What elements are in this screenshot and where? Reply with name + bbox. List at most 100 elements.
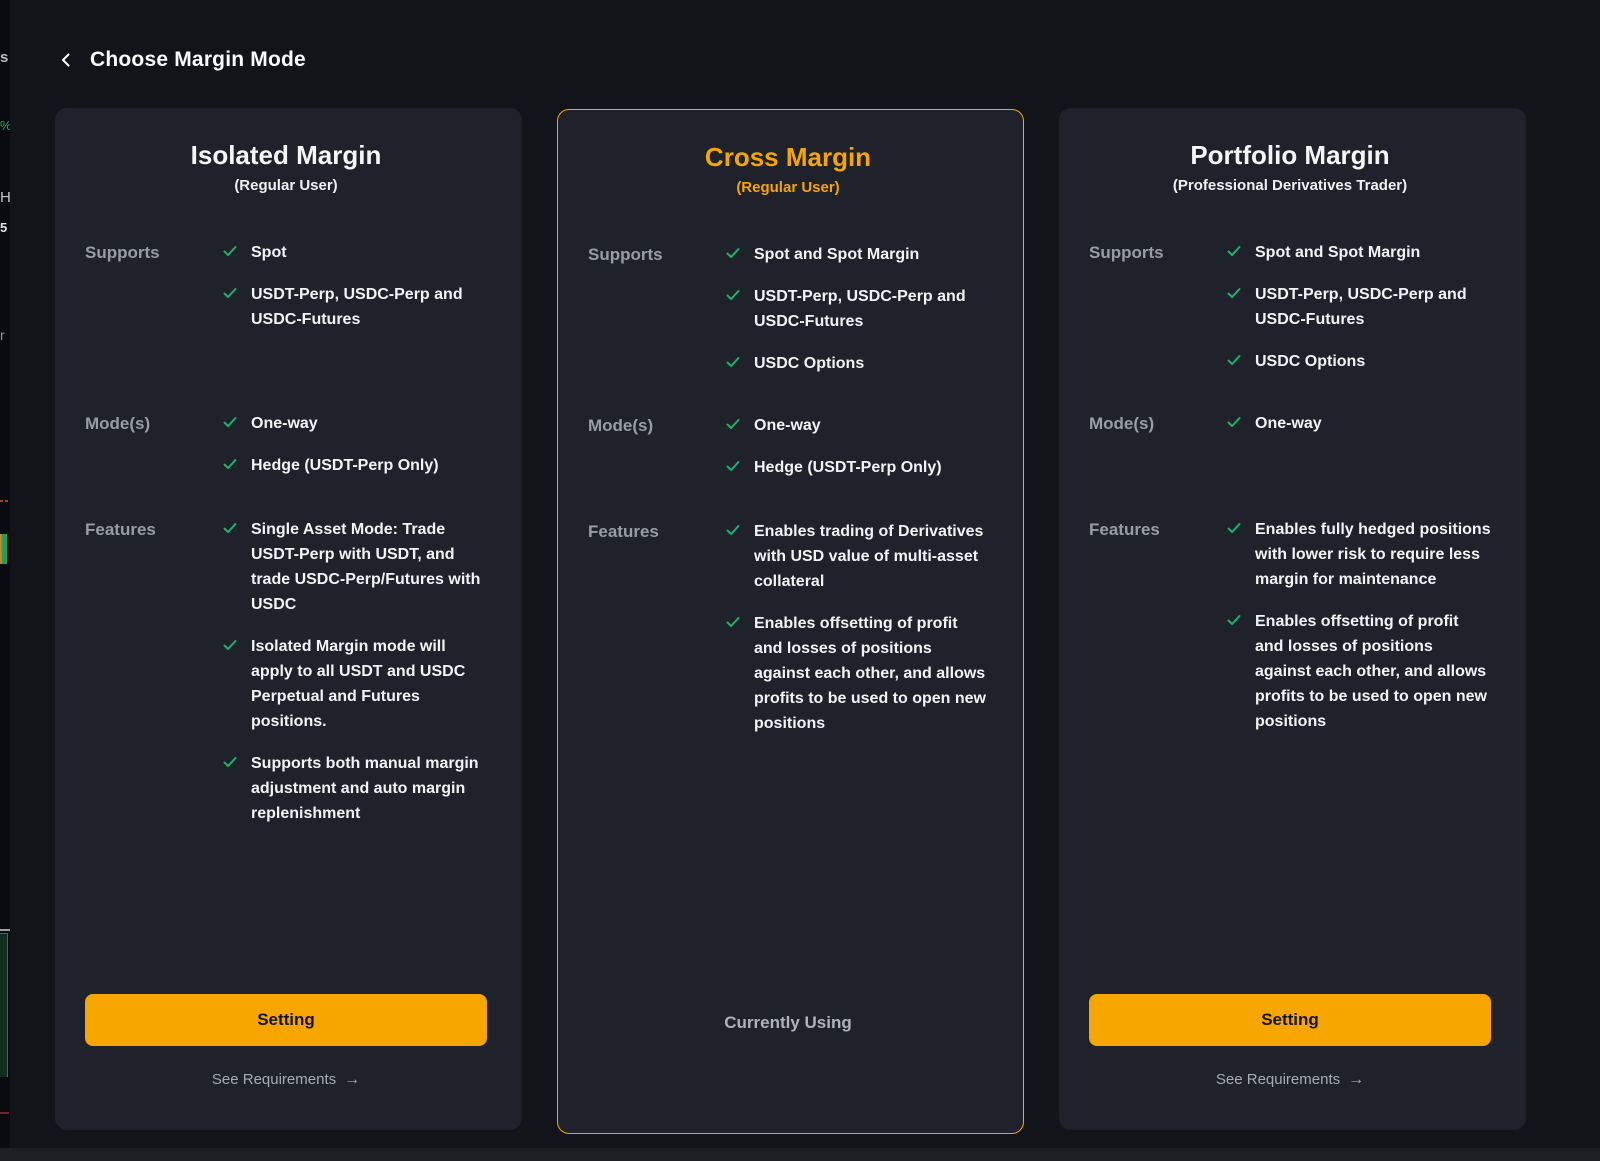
background-candle [0, 534, 7, 564]
margin-mode-card-portfolio-margin: Portfolio Margin (Professional Derivative… [1059, 108, 1526, 1130]
chevron-left-icon [58, 52, 74, 68]
check-item-text: USDT-Perp, USDC-Perp and USDC-Futures [754, 284, 988, 334]
background-volume-tick [0, 929, 10, 931]
check-item: USDT-Perp, USDC-Perp and USDC-Futures [1226, 282, 1491, 332]
cards-row: Isolated Margin(Regular User)SupportsSpo… [55, 108, 1526, 1134]
check-icon [725, 354, 741, 376]
section-features: FeaturesEnables trading of Derivatives w… [588, 519, 988, 736]
check-item: Isolated Margin mode will apply to all U… [222, 634, 487, 734]
check-item: USDT-Perp, USDC-Perp and USDC-Futures [222, 282, 487, 332]
check-item: Enables trading of Derivatives with USD … [725, 519, 988, 594]
check-icon [222, 637, 238, 734]
check-item: One-way [1226, 411, 1322, 436]
section-label: Features [85, 517, 222, 542]
check-item: USDC Options [1226, 349, 1491, 374]
check-item: Enables offsetting of profit and losses … [1226, 609, 1491, 734]
check-icon [1226, 352, 1242, 374]
section-items: Single Asset Mode: Trade USDT-Perp with … [222, 517, 487, 826]
section-label: Features [1089, 517, 1226, 542]
section-label: Supports [85, 240, 222, 265]
arrow-right-icon: → [1348, 1072, 1364, 1088]
background-text-fragment: H [0, 190, 10, 205]
card-sections: Supports Spot USDT-Perp, USDC-Perp and USD… [85, 240, 487, 826]
check-item-text: Isolated Margin mode will apply to all U… [251, 634, 487, 734]
arrow-right-icon: → [344, 1072, 360, 1088]
check-item-text: Enables fully hedged positions with lowe… [1255, 517, 1491, 592]
check-icon [1226, 414, 1242, 436]
setting-button[interactable]: Setting [85, 994, 487, 1046]
card-bottom: Currently Using [588, 997, 988, 1093]
check-icon [725, 245, 741, 267]
check-item: Hedge (USDT-Perp Only) [222, 453, 439, 478]
margin-mode-card-isolated-margin: Isolated Margin(Regular User)SupportsSpo… [55, 108, 522, 1130]
section-label: Supports [588, 242, 725, 267]
section-modes: Mode(s) One-way Hedge (USDT-Perp Only) [85, 411, 487, 517]
section-supports: Supports Spot USDT-Perp, USDC-Perp and USD… [85, 240, 487, 411]
section-modes: Mode(s)One-wayHedge (USDT-Perp Only) [588, 413, 988, 519]
check-icon [222, 520, 238, 617]
section-items: Enables fully hedged positions with lowe… [1226, 517, 1491, 734]
section-items: One-way Hedge (USDT-Perp Only) [222, 411, 439, 478]
check-item: Enables offsetting of profit and losses … [725, 611, 988, 736]
page-title: Choose Margin Mode [90, 48, 306, 72]
check-item-text: One-way [251, 411, 318, 436]
background-dashed-price-line [0, 500, 10, 502]
card-action-row: Setting [85, 994, 487, 1046]
check-icon [725, 614, 741, 736]
section-supports: Supports Spot and Spot Margin USDT-Perp, U… [588, 242, 988, 413]
check-item: One-way [725, 413, 942, 438]
section-items: Enables trading of Derivatives with USD … [725, 519, 988, 736]
check-item: Enables fully hedged positions with lowe… [1226, 517, 1491, 592]
check-item-text: Spot [251, 240, 287, 265]
card-footer-row: See Requirements → [85, 1069, 487, 1090]
check-icon [222, 414, 238, 436]
back-button[interactable] [57, 51, 75, 69]
background-text-fragment: s [0, 50, 8, 65]
section-items: One-wayHedge (USDT-Perp Only) [725, 413, 942, 480]
check-icon [1226, 520, 1242, 592]
card-bottom: Setting See Requirements → [85, 994, 487, 1090]
check-icon [725, 522, 741, 594]
check-item-text: USDC Options [754, 351, 864, 376]
setting-button[interactable]: Setting [1089, 994, 1491, 1046]
section-supports: SupportsSpot and Spot MarginUSDT-Perp, U… [1089, 240, 1491, 411]
check-item-text: Hedge (USDT-Perp Only) [251, 453, 439, 478]
section-label: Mode(s) [85, 411, 222, 436]
check-icon [1226, 285, 1242, 332]
see-requirements-link[interactable]: See Requirements→ [1216, 1071, 1364, 1088]
section-label: Mode(s) [1089, 411, 1226, 436]
section-items: Spot and Spot Margin USDT-Perp, USDC-Perp… [1226, 240, 1491, 374]
check-item: Spot and Spot Margin [725, 242, 988, 267]
see-requirements-link[interactable]: See Requirements → [212, 1071, 360, 1088]
check-item-text: Single Asset Mode: Trade USDT-Perp with … [251, 517, 487, 617]
check-item: Single Asset Mode: Trade USDT-Perp with … [222, 517, 487, 617]
see-requirements-label: See Requirements [212, 1071, 336, 1088]
background-text-fragment: % [0, 119, 10, 132]
check-item-text: Spot and Spot Margin [754, 242, 919, 267]
check-item: Supports both manual margin adjustment a… [222, 751, 487, 826]
background-volume-bar [0, 933, 8, 1077]
card-sections: SupportsSpot and Spot MarginUSDT-Perp, U… [1089, 240, 1491, 734]
background-text-fragment: r [0, 328, 5, 342]
card-subtitle: (Regular User) [588, 179, 988, 196]
card-action-row: Setting [1089, 994, 1491, 1046]
check-icon [1226, 612, 1242, 734]
section-items: One-way [1226, 411, 1322, 436]
section-features: Features Enables fully hedged positions w… [1089, 517, 1491, 734]
card-subtitle: (Professional Derivatives Trader) [1089, 177, 1491, 194]
background-page-edge-bottom [0, 1148, 1600, 1161]
section-modes: Mode(s)One-way [1089, 411, 1491, 517]
section-features: Features Single Asset Mode: Trade USDT-Pe… [85, 517, 487, 826]
check-item: USDC Options [725, 351, 988, 376]
card-sections: Supports Spot and Spot Margin USDT-Perp, U… [588, 242, 988, 736]
card-subtitle: (Regular User) [85, 177, 487, 194]
background-text-fragment: 5 [0, 221, 7, 234]
section-label: Features [588, 519, 725, 544]
card-title: Portfolio Margin [1089, 138, 1491, 172]
card-bottom: Setting See Requirements→ [1089, 994, 1491, 1090]
check-icon [222, 456, 238, 478]
modal-header: Choose Margin Mode [57, 34, 306, 86]
check-item-text: Supports both manual margin adjustment a… [251, 751, 487, 826]
check-item: Spot and Spot Margin [1226, 240, 1491, 265]
check-icon [222, 243, 238, 265]
